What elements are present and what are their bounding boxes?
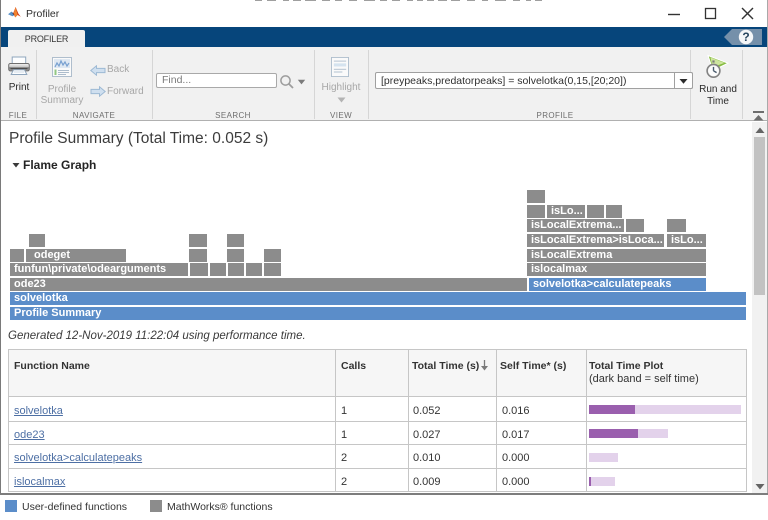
- svg-text:?: ?: [742, 30, 749, 44]
